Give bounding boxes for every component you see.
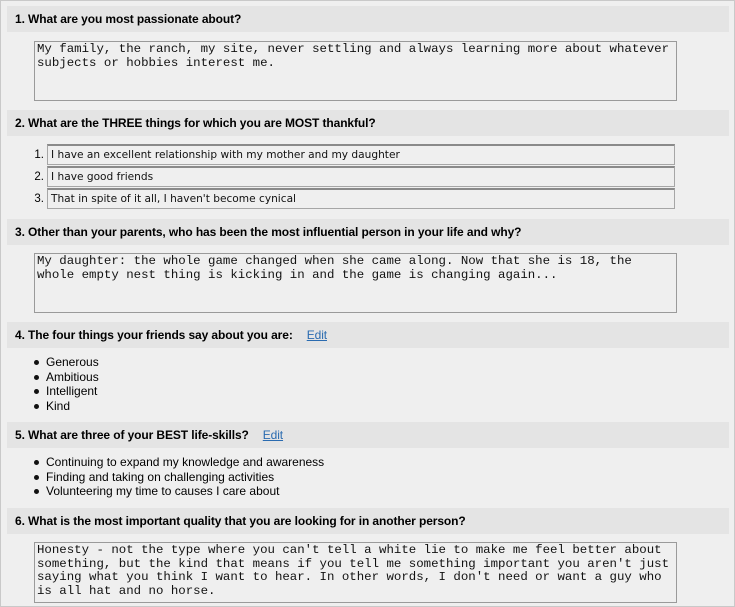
thankful-list: 1. I have an excellent relationship with…	[27, 144, 675, 210]
list-item: Volunteering my time to causes I care ab…	[32, 484, 324, 499]
question-6-title: 6. What is the most important quality th…	[15, 514, 466, 528]
bullet-icon	[34, 474, 39, 480]
list-item: Intelligent	[32, 384, 99, 399]
thankful-item-3: 3. That in spite of it all, I haven't be…	[27, 188, 675, 210]
bullet-icon	[34, 360, 39, 365]
life-skills-list: Continuing to expand my knowledge and aw…	[32, 455, 324, 499]
bullet-icon	[34, 389, 39, 395]
question-4-header: 4. The four things your friends say abou…	[7, 322, 729, 348]
friends-say-list: Generous Ambitious Intelligent Kind	[32, 355, 99, 413]
question-5-title: 5. What are three of your BEST life-skil…	[15, 428, 249, 442]
question-5-header: 5. What are three of your BEST life-skil…	[7, 422, 729, 448]
question-1-header: 1. What are you most passionate about?	[7, 6, 729, 32]
list-item: Kind	[32, 399, 99, 414]
thankful-item-number: 1.	[34, 149, 44, 161]
question-5-edit-link[interactable]: Edit	[263, 428, 283, 442]
thankful-item-2: 2. I have good friends	[27, 166, 675, 188]
profile-questions-panel: 1. What are you most passionate about? M…	[0, 0, 735, 607]
question-1-title: 1. What are you most passionate about?	[15, 12, 242, 26]
thankful-item-1: 1. I have an excellent relationship with…	[27, 144, 675, 166]
thankful-item-field[interactable]: I have good friends	[47, 166, 675, 187]
question-3-header: 3. Other than your parents, who has been…	[7, 219, 729, 245]
list-item: Generous	[32, 355, 99, 370]
list-item: Ambitious	[32, 370, 99, 385]
list-item: Finding and taking on challenging activi…	[32, 470, 324, 485]
question-1-answer-textarea[interactable]: My family, the ranch, my site, never set…	[34, 41, 677, 101]
thankful-item-number: 3.	[34, 193, 44, 205]
question-2-header: 2. What are the THREE things for which y…	[7, 110, 729, 136]
bullet-icon	[34, 489, 39, 495]
thankful-item-number: 2.	[34, 171, 44, 183]
bullet-icon	[34, 460, 39, 465]
question-6-header: 6. What is the most important quality th…	[7, 508, 729, 534]
bullet-icon	[34, 403, 39, 409]
thankful-item-field[interactable]: That in spite of it all, I haven't becom…	[47, 188, 675, 209]
bullet-icon	[34, 374, 39, 380]
list-item: Continuing to expand my knowledge and aw…	[32, 455, 324, 470]
question-6-answer-textarea[interactable]: Honesty - not the type where you can't t…	[34, 542, 677, 603]
question-3-answer-textarea[interactable]: My daughter: the whole game changed when…	[34, 253, 677, 313]
question-3-title: 3. Other than your parents, who has been…	[15, 225, 522, 239]
question-4-edit-link[interactable]: Edit	[307, 328, 327, 342]
question-2-title: 2. What are the THREE things for which y…	[15, 116, 376, 130]
thankful-item-field[interactable]: I have an excellent relationship with my…	[47, 144, 675, 165]
question-4-title: 4. The four things your friends say abou…	[15, 328, 293, 342]
